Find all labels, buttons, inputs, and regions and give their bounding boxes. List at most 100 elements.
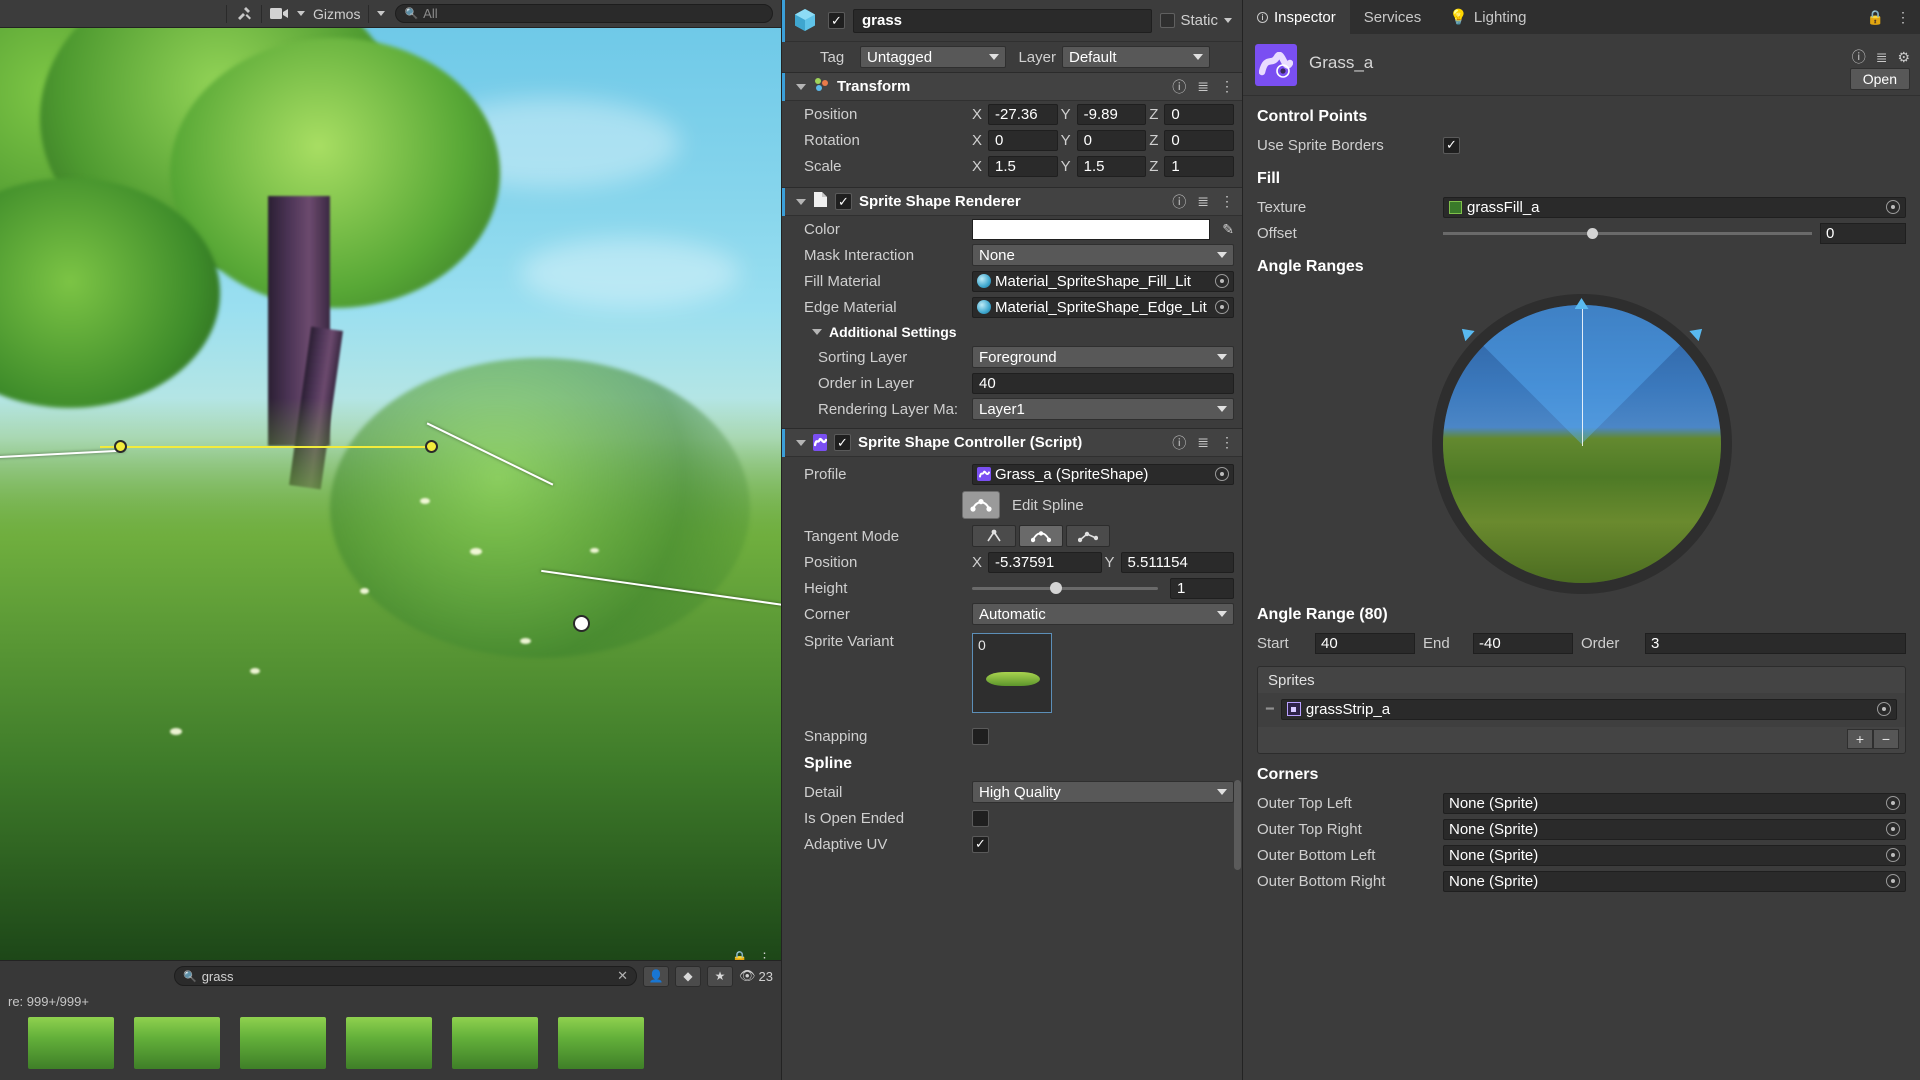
- preset-icon[interactable]: ≣: [1197, 78, 1209, 95]
- is-open-ended-checkbox[interactable]: ✓: [972, 809, 989, 827]
- gear-icon[interactable]: ⚙: [1897, 49, 1910, 66]
- scale-z-input[interactable]: 1: [1164, 155, 1234, 177]
- corner-dropdown[interactable]: Automatic: [972, 603, 1234, 625]
- texture-object-field[interactable]: grassFill_a: [1443, 196, 1906, 218]
- foldout-arrow-icon[interactable]: [796, 198, 806, 205]
- lock-icon[interactable]: 🔒: [1867, 9, 1884, 26]
- sprite-object-field[interactable]: grassStrip_a: [1280, 698, 1897, 720]
- gameobject-enabled-checkbox[interactable]: ✓: [828, 12, 845, 29]
- remove-sprite-button[interactable]: −: [1873, 729, 1899, 749]
- preset-icon[interactable]: ≣: [1197, 434, 1209, 451]
- renderer-enabled-checkbox[interactable]: ✓: [835, 193, 852, 210]
- order-in-layer-input[interactable]: 40: [972, 372, 1234, 394]
- angle-range-wheel[interactable]: [1431, 294, 1732, 594]
- color-swatch[interactable]: [972, 218, 1211, 240]
- asset-item[interactable]: [240, 1017, 326, 1069]
- height-value-input[interactable]: 1: [1170, 577, 1234, 599]
- kebab-menu-icon[interactable]: ⋮: [1220, 434, 1234, 451]
- help-icon[interactable]: ⓘ: [1172, 433, 1186, 453]
- middle-panel-scrollbar[interactable]: [1234, 780, 1241, 870]
- kebab-menu-icon[interactable]: ⋮: [1220, 78, 1234, 95]
- object-picker-icon[interactable]: [1215, 300, 1229, 314]
- control-point-2[interactable]: [425, 440, 438, 453]
- gameobject-name-input[interactable]: grass: [853, 8, 1153, 33]
- offset-value-input[interactable]: 0: [1820, 222, 1906, 244]
- eyedropper-icon[interactable]: ✎: [1222, 221, 1234, 238]
- corner-object-field[interactable]: None (Sprite): [1443, 818, 1906, 840]
- layer-dropdown[interactable]: Default: [1062, 46, 1210, 68]
- static-toggle-group[interactable]: Static: [1160, 12, 1234, 29]
- rotation-z-input[interactable]: 0: [1164, 129, 1234, 151]
- height-slider[interactable]: [972, 578, 1158, 599]
- control-point-3[interactable]: [573, 615, 590, 632]
- corner-object-field[interactable]: None (Sprite): [1443, 844, 1906, 866]
- control-point-1[interactable]: [114, 440, 127, 453]
- tab-services[interactable]: Services: [1350, 0, 1436, 34]
- object-picker-icon[interactable]: [1886, 874, 1900, 888]
- rotation-x-input[interactable]: 0: [988, 129, 1058, 151]
- corner-object-field[interactable]: None (Sprite): [1443, 792, 1906, 814]
- visibility-count[interactable]: 👁 23: [739, 968, 773, 984]
- help-icon[interactable]: ⓘ: [1852, 47, 1866, 67]
- gizmos-label[interactable]: Gizmos: [309, 6, 364, 22]
- mask-interaction-dropdown[interactable]: None: [972, 244, 1234, 266]
- object-picker-icon[interactable]: [1886, 848, 1900, 862]
- controller-enabled-checkbox[interactable]: ✓: [834, 434, 851, 451]
- object-picker-icon[interactable]: [1877, 702, 1891, 716]
- scene-viewport[interactable]: [0, 28, 781, 960]
- scene-search-input[interactable]: 🔍 All: [395, 4, 773, 23]
- preset-icon[interactable]: ≣: [1197, 193, 1209, 210]
- scale-y-input[interactable]: 1.5: [1076, 155, 1147, 177]
- start-input[interactable]: 40: [1315, 632, 1415, 654]
- controller-position-x-input[interactable]: -5.37591: [988, 551, 1102, 573]
- object-picker-icon[interactable]: [1886, 200, 1900, 214]
- kebab-menu-icon[interactable]: ⋮: [1220, 193, 1234, 210]
- additional-settings-foldout[interactable]: Additional Settings: [782, 320, 1242, 344]
- static-checkbox[interactable]: [1160, 13, 1176, 28]
- clear-icon[interactable]: ✕: [617, 968, 628, 984]
- help-icon[interactable]: ⓘ: [1172, 77, 1186, 97]
- linear-tangent-icon[interactable]: [972, 525, 1016, 547]
- sorting-layer-dropdown[interactable]: Foreground: [972, 346, 1234, 368]
- controller-position-y-input[interactable]: 5.511154: [1120, 551, 1234, 573]
- transform-header[interactable]: Transform ⓘ ≣ ⋮: [782, 73, 1242, 101]
- kebab-menu-icon[interactable]: ⋮: [1896, 9, 1910, 26]
- open-button[interactable]: Open: [1849, 68, 1910, 90]
- object-picker-icon[interactable]: [1215, 274, 1229, 288]
- asset-item[interactable]: [452, 1017, 538, 1069]
- fill-material-object-field[interactable]: Material_SpriteShape_Fill_Lit: [972, 270, 1234, 292]
- order-input[interactable]: 3: [1645, 632, 1906, 654]
- gizmos-dropdown-caret[interactable]: [377, 11, 386, 16]
- profile-object-field[interactable]: Grass_a (SpriteShape): [972, 463, 1234, 485]
- rotation-y-input[interactable]: 0: [1076, 129, 1147, 151]
- avatar-filter-icon[interactable]: 👤: [643, 965, 670, 987]
- foldout-arrow-icon[interactable]: [796, 439, 806, 446]
- edge-material-object-field[interactable]: Material_SpriteShape_Edge_Lit: [972, 296, 1234, 318]
- detail-dropdown[interactable]: High Quality: [972, 781, 1234, 803]
- angle-range-handle-top[interactable]: [1574, 298, 1589, 309]
- tag-dropdown[interactable]: Untagged: [860, 46, 1006, 68]
- slider-knob[interactable]: [1050, 582, 1063, 594]
- object-picker-icon[interactable]: [1886, 796, 1900, 810]
- foldout-arrow-icon[interactable]: [796, 83, 806, 90]
- position-z-input[interactable]: 0: [1164, 103, 1234, 125]
- object-picker-icon[interactable]: [1886, 822, 1900, 836]
- end-input[interactable]: -40: [1473, 632, 1573, 654]
- list-item[interactable]: ━ grassStrip_a: [1266, 697, 1897, 721]
- tools-icon[interactable]: [231, 3, 257, 25]
- sprite-shape-renderer-header[interactable]: ✓ Sprite Shape Renderer ⓘ ≣ ⋮: [782, 188, 1242, 216]
- asset-item[interactable]: [28, 1017, 114, 1069]
- rendering-layer-mask-dropdown[interactable]: Layer1: [972, 398, 1234, 420]
- slider-knob[interactable]: [1586, 227, 1598, 239]
- spline-segment-selected[interactable]: [100, 446, 430, 448]
- use-sprite-borders-checkbox[interactable]: ✓: [1443, 136, 1460, 154]
- tab-lighting[interactable]: 💡 Lighting: [1435, 0, 1540, 34]
- tab-inspector[interactable]: i Inspector: [1243, 0, 1350, 34]
- offset-slider[interactable]: [1443, 223, 1812, 244]
- scale-x-input[interactable]: 1.5: [988, 155, 1058, 177]
- drag-handle-icon[interactable]: ━: [1266, 701, 1274, 717]
- favorite-filter-icon[interactable]: ★: [707, 965, 734, 987]
- position-y-input[interactable]: -9.89: [1076, 103, 1147, 125]
- camera-dropdown-caret[interactable]: [297, 11, 305, 16]
- add-sprite-button[interactable]: +: [1847, 729, 1873, 749]
